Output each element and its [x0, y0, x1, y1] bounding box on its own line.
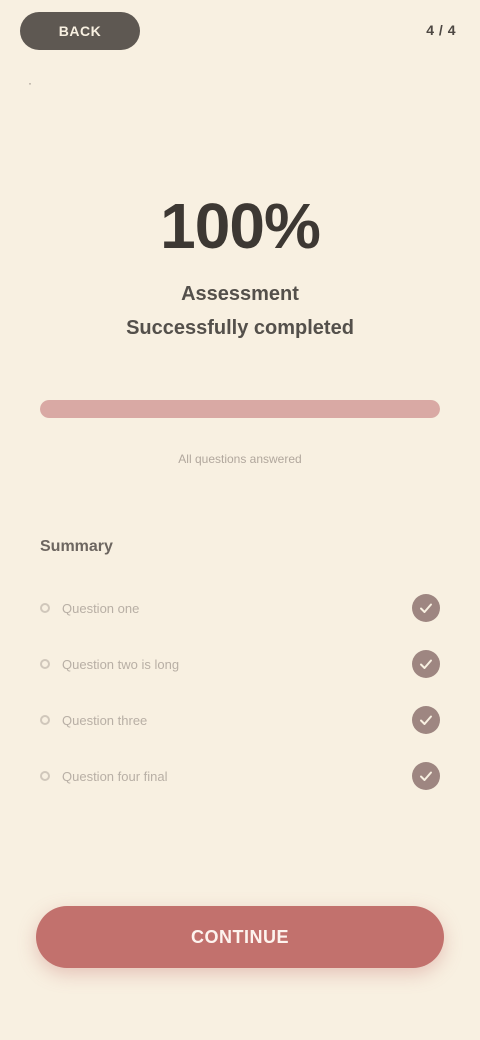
summary-list: Question one Question two is long Questi… [40, 580, 440, 804]
item-label: Question one [62, 600, 140, 616]
back-button[interactable]: BACK [20, 12, 140, 50]
list-item: Question three [40, 692, 440, 748]
item-label: Question three [62, 712, 148, 728]
top-bar: BACK 4 / 4 [20, 12, 460, 52]
check-icon[interactable] [412, 594, 440, 622]
bullet-icon [40, 715, 50, 725]
score-title: Assessment [181, 283, 299, 305]
progress-fill [40, 400, 440, 418]
check-icon[interactable] [412, 762, 440, 790]
bullet-icon [40, 659, 50, 669]
list-item: Question two is long [40, 636, 440, 692]
bullet-icon [40, 771, 50, 781]
list-item: Question one [40, 580, 440, 636]
progress-caption: All questions answered [178, 452, 302, 466]
item-label: Question two is long [62, 656, 180, 672]
score-subtitle: Successfully completed [126, 317, 354, 339]
bullet-icon [40, 603, 50, 613]
continue-button[interactable]: CONTINUE [36, 906, 444, 968]
list-item: Question four final [40, 748, 440, 804]
score-value: 100% [160, 190, 321, 262]
check-icon[interactable] [412, 650, 440, 678]
step-indicator: 4 / 4 [426, 22, 456, 38]
score-block: 100% Assessment Successfully completed [0, 186, 480, 342]
header-caption: · [28, 76, 32, 90]
progress-bar [40, 400, 440, 418]
check-icon[interactable] [412, 706, 440, 734]
item-label: Question four final [62, 768, 168, 784]
summary-heading: Summary [40, 538, 113, 555]
results-screen: BACK 4 / 4 · 100% Assessment Successfull… [0, 0, 480, 1040]
